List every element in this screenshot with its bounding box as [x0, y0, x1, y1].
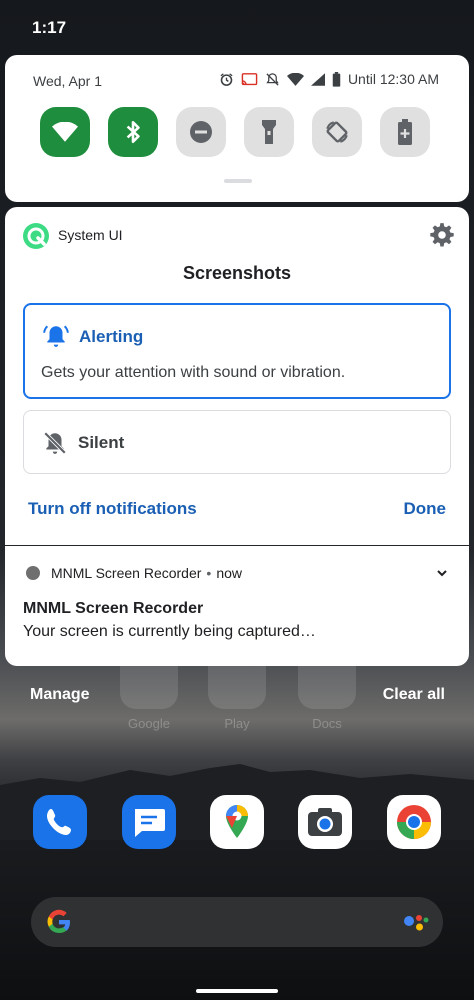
- chrome-icon: [387, 795, 441, 849]
- chrome-app[interactable]: [387, 795, 441, 849]
- turn-off-notifications-button[interactable]: Turn off notifications: [28, 499, 197, 519]
- alarm-icon: [220, 72, 233, 86]
- flashlight-tile[interactable]: [244, 107, 294, 157]
- maps-app[interactable]: [210, 795, 264, 849]
- channel-title: Screenshots: [182, 263, 292, 283]
- clear-all-button[interactable]: Clear all: [383, 686, 445, 704]
- bell-ringing-icon: [43, 325, 69, 347]
- notifications-off-icon: [266, 72, 279, 86]
- bluetooth-tile[interactable]: [108, 107, 158, 157]
- header-separator: •: [206, 565, 212, 581]
- silent-option[interactable]: Silent: [23, 410, 451, 474]
- google-search-bar[interactable]: [31, 897, 443, 947]
- silent-label: Silent: [78, 433, 125, 452]
- google-assistant-icon[interactable]: [403, 911, 429, 933]
- auto-rotate-icon: [326, 121, 348, 143]
- camera-icon: [298, 795, 352, 849]
- wifi-tile[interactable]: [40, 107, 90, 157]
- wifi-status-icon: [286, 72, 304, 86]
- battery-saver-icon: [398, 119, 412, 145]
- docs-folder: [298, 665, 356, 709]
- app-name: System UI: [58, 227, 123, 243]
- notification-app-name: MNML Screen Recorder: [51, 565, 202, 581]
- done-button[interactable]: Done: [404, 499, 447, 519]
- qs-status-icons: Until 12:30 AM: [219, 71, 439, 87]
- folder-label-docs: Docs: [312, 716, 342, 731]
- wifi-icon: [52, 122, 78, 142]
- maps-icon: [210, 795, 264, 849]
- quick-settings-panel: Wed, Apr 1 Until 12:30 AM: [5, 55, 469, 202]
- bell-off-icon: [43, 431, 67, 455]
- camera-app[interactable]: [298, 795, 352, 849]
- alerting-description: Gets your attention with sound or vibrat…: [41, 364, 346, 381]
- alerting-option[interactable]: Alerting Gets your attention with sound …: [23, 303, 451, 399]
- phone-icon: [33, 795, 87, 849]
- do-not-disturb-tile[interactable]: [176, 107, 226, 157]
- play-folder: [208, 665, 266, 709]
- gear-icon[interactable]: [429, 222, 455, 248]
- qs-expand-handle[interactable]: [224, 179, 252, 183]
- folder-label-play: Play: [224, 716, 250, 731]
- messages-icon: [122, 795, 176, 849]
- notification-channel-settings: System UI Screenshots Alerting Gets your…: [5, 207, 469, 545]
- alerting-label: Alerting: [79, 327, 144, 346]
- notification-time: now: [216, 565, 243, 581]
- notification-header: MNML Screen Recorder • now: [51, 565, 242, 581]
- bluetooth-icon: [126, 120, 140, 144]
- manage-button[interactable]: Manage: [30, 686, 90, 704]
- signal-icon: [310, 72, 325, 86]
- battery-icon: [332, 71, 341, 87]
- battery-text: Until 12:30 AM: [347, 71, 439, 87]
- chevron-down-icon[interactable]: [435, 566, 449, 580]
- cast-icon: [241, 72, 258, 85]
- qs-date[interactable]: Wed, Apr 1: [33, 73, 102, 89]
- screen-recorder-notification[interactable]: MNML Screen Recorder • now MNML Screen Rec…: [5, 546, 469, 666]
- status-time: 1:17: [32, 18, 67, 37]
- phone-app[interactable]: [33, 795, 87, 849]
- google-folder: [120, 665, 178, 709]
- system-ui-icon: [23, 223, 49, 249]
- recorder-app-icon: [26, 566, 40, 580]
- do-not-disturb-icon: [190, 121, 212, 143]
- notification-title: MNML Screen Recorder: [23, 600, 204, 617]
- messages-app[interactable]: [122, 795, 176, 849]
- battery-saver-tile[interactable]: [380, 107, 430, 157]
- auto-rotate-tile[interactable]: [312, 107, 362, 157]
- folder-label-google: Google: [128, 716, 170, 731]
- gesture-nav-handle[interactable]: [196, 989, 278, 993]
- qs-tiles: [40, 107, 430, 157]
- google-g-icon: [47, 909, 70, 934]
- flashlight-icon: [262, 120, 276, 144]
- notification-body: Your screen is currently being captured…: [23, 623, 316, 640]
